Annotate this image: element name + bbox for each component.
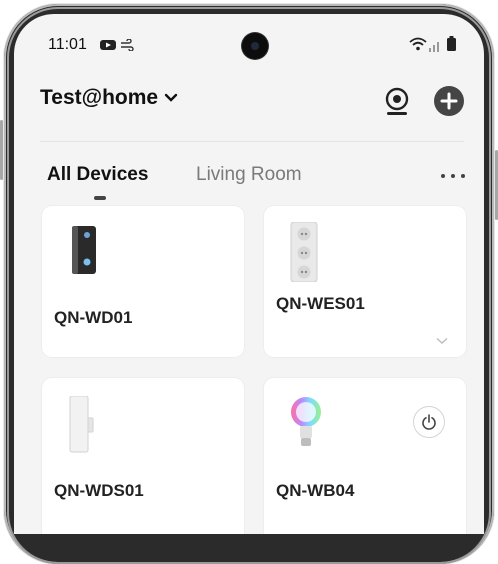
device-name: QN-WD01 bbox=[54, 308, 133, 327]
chevron-down-icon bbox=[164, 90, 178, 108]
device-card-qn-wes01[interactable]: QN-WES01 bbox=[264, 206, 466, 357]
tab-all-devices[interactable]: All Devices bbox=[47, 164, 148, 186]
signal-icon bbox=[429, 39, 441, 57]
power-toggle-button[interactable] bbox=[413, 406, 445, 438]
wifi-icon bbox=[409, 37, 427, 56]
active-tab-indicator bbox=[94, 196, 106, 200]
wind-icon bbox=[120, 38, 134, 56]
battery-icon bbox=[447, 36, 456, 56]
status-bar: 11:01 bbox=[14, 14, 484, 60]
power-strip-icon bbox=[288, 221, 322, 287]
add-device-button[interactable] bbox=[434, 86, 464, 116]
device-card-qn-wds01[interactable]: QN-WDS01 bbox=[42, 378, 244, 534]
add-circle-icon bbox=[434, 86, 464, 116]
home-selector[interactable]: Test@home bbox=[40, 86, 178, 110]
app-screen: 11:01 Test@home All Devices Living Room … bbox=[14, 14, 484, 534]
tab-living-room[interactable]: Living Room bbox=[196, 164, 302, 186]
power-icon bbox=[422, 414, 436, 430]
header-divider bbox=[40, 141, 464, 142]
device-name: QN-WDS01 bbox=[54, 481, 144, 500]
video-doorbell-icon bbox=[70, 224, 100, 281]
more-horizontal-icon[interactable] bbox=[438, 164, 468, 188]
door-sensor-icon bbox=[68, 395, 94, 459]
home-name: Test@home bbox=[40, 86, 159, 109]
chevron-down-icon[interactable] bbox=[436, 332, 448, 350]
smart-bulb-icon bbox=[286, 396, 326, 453]
device-card-qn-wd01[interactable]: QN-WD01 bbox=[42, 206, 244, 357]
device-name: QN-WES01 bbox=[276, 294, 365, 313]
device-name: QN-WB04 bbox=[276, 481, 355, 500]
phone-side-button bbox=[0, 120, 3, 180]
youtube-icon bbox=[100, 38, 116, 56]
camera-icon[interactable] bbox=[382, 86, 412, 116]
status-time: 11:01 bbox=[48, 36, 87, 53]
device-card-qn-wb04[interactable]: QN-WB04 bbox=[264, 378, 466, 534]
front-camera bbox=[242, 33, 268, 59]
